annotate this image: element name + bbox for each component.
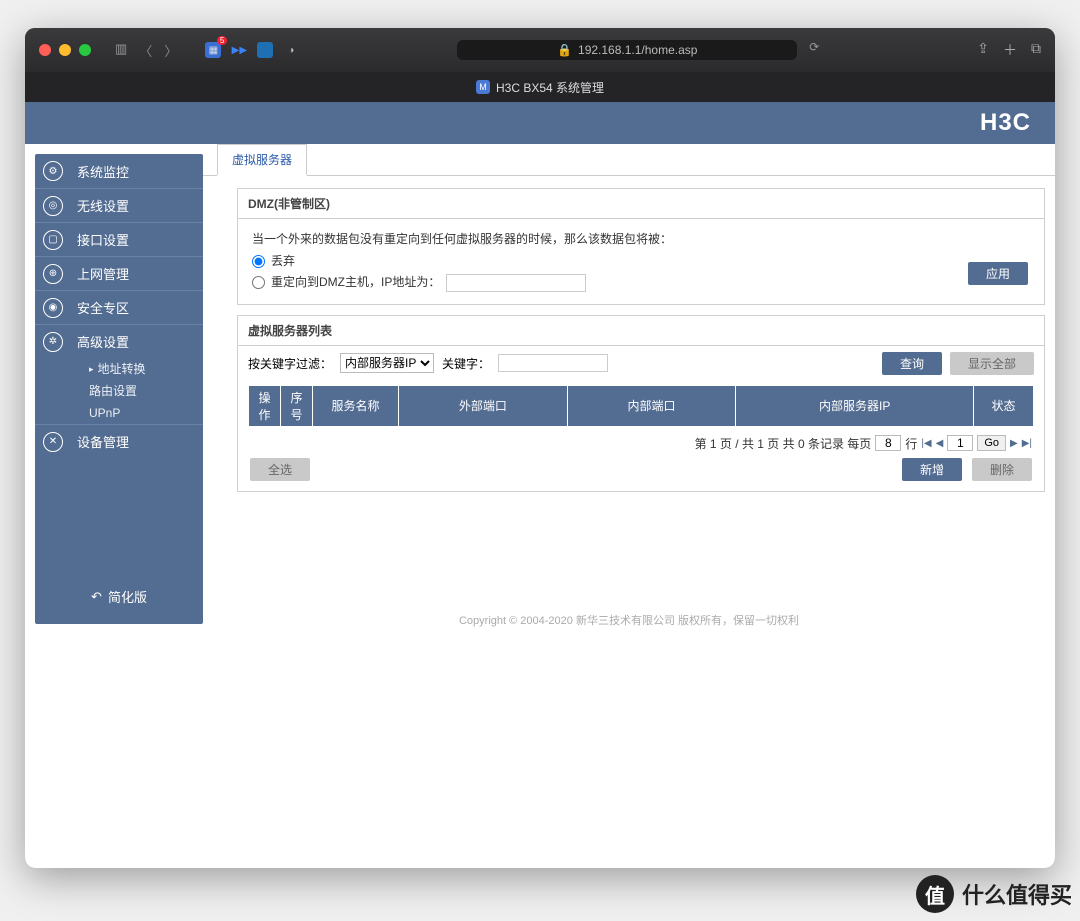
vserver-title: 虚拟服务器列表 — [238, 316, 1044, 346]
favicon-icon: M — [476, 80, 490, 94]
dmz-redirect-label: 重定向到DMZ主机，IP地址为： — [271, 272, 440, 294]
vserver-panel: 虚拟服务器列表 按关键字过滤： 内部服务器IP 关键字： 查询 显示全部 — [237, 315, 1045, 492]
sidebar-sub-routing[interactable]: 路由设置 — [89, 380, 203, 402]
back-icon[interactable]: 〈 — [139, 41, 152, 60]
col-op: 操作 — [249, 385, 281, 426]
sidebar-item-label: 无线设置 — [77, 196, 129, 215]
sidebar-item-advanced[interactable]: ✲ 高级设置 — [35, 324, 203, 358]
dmz-desc: 当一个外来的数据包没有重定向到任何虚拟服务器的时候，那么该数据包将被： — [252, 229, 1030, 251]
filter-label: 按关键字过滤： — [248, 355, 332, 372]
page-size-input[interactable] — [875, 435, 901, 451]
interface-icon: ▢ — [43, 230, 63, 250]
sidebar-item-label: 上网管理 — [77, 264, 129, 283]
content-tabstrip: 虚拟服务器 — [203, 144, 1055, 176]
share-icon[interactable]: ⇪ — [977, 40, 989, 60]
sidebar-item-label: 设备管理 — [77, 432, 129, 451]
reload-icon[interactable]: ⟳ — [809, 40, 819, 60]
monitor-icon: ⚙ — [43, 161, 63, 181]
tabs-overview-icon[interactable]: ⧉ — [1031, 40, 1041, 60]
globe-icon: ⊕ — [43, 264, 63, 284]
sidebar-item-device[interactable]: ✕ 设备管理 — [35, 424, 203, 458]
sidebar-sub-upnp[interactable]: UPnP — [89, 402, 203, 424]
extension-play-icon[interactable]: ▶▶ — [231, 42, 247, 58]
sidebar-item-wireless[interactable]: ◎ 无线设置 — [35, 188, 203, 222]
browser-tab-title: H3C BX54 系统管理 — [496, 79, 604, 96]
go-button[interactable]: Go — [977, 435, 1006, 451]
vserver-table: 操作 序号 服务名称 外部端口 内部端口 内部服务器IP 状态 — [248, 385, 1034, 427]
new-tab-icon[interactable]: ＋ — [1003, 40, 1017, 60]
col-intport: 内部端口 — [567, 385, 736, 426]
col-index: 序号 — [281, 385, 313, 426]
sidebar-sub-nat[interactable]: 地址转换 — [89, 358, 203, 380]
sidebar-item-label: 高级设置 — [77, 332, 129, 351]
pager: 第 1 页 / 共 1 页 共 0 条记录 每页 行 |◀ ◀ Go ▶ ▶| — [238, 433, 1044, 454]
dmz-discard-radio[interactable] — [252, 255, 265, 268]
query-button[interactable]: 查询 — [882, 352, 942, 375]
prev-page-icon[interactable]: ◀ — [936, 438, 944, 449]
dmz-redirect-radio[interactable] — [252, 276, 265, 289]
show-all-button[interactable]: 显示全部 — [950, 352, 1034, 375]
sidebar-subitems: 地址转换 路由设置 UPnP — [35, 358, 203, 424]
page-unit: 行 — [905, 435, 917, 452]
wireless-icon: ◎ — [43, 196, 63, 216]
brand-bar: H3C — [25, 102, 1055, 144]
close-window-icon[interactable] — [39, 44, 51, 56]
sidebar: ⚙ 系统监控 ◎ 无线设置 ▢ 接口设置 ⊕ 上网管理 ◉ 安全专区 ✲ 高级设置 地址转换… — [35, 154, 203, 624]
add-button[interactable]: 新增 — [902, 458, 962, 481]
dmz-discard-label: 丢弃 — [271, 251, 295, 273]
lock-icon: 🔒 — [557, 43, 572, 57]
col-name: 服务名称 — [313, 385, 399, 426]
browser-window: ▥ 〈 〉 ▦ ▶▶ ◑ 🔒 192.168.1.1/home.asp ⟳ ⇪ … — [25, 28, 1055, 868]
sidebar-item-internet[interactable]: ⊕ 上网管理 — [35, 256, 203, 290]
watermark-icon: 值 — [916, 875, 954, 913]
watermark-text: 什么值得买 — [962, 878, 1072, 910]
delete-button[interactable]: 删除 — [972, 458, 1032, 481]
browser-tab[interactable]: M H3C BX54 系统管理 — [25, 72, 1055, 102]
sidebar-toggle-icon[interactable]: ▥ — [115, 41, 127, 60]
footer-copyright: Copyright © 2004-2020 新华三技术有限公司 版权所有，保留一… — [203, 502, 1055, 628]
title-bar: ▥ 〈 〉 ▦ ▶▶ ◑ 🔒 192.168.1.1/home.asp ⟳ ⇪ … — [25, 28, 1055, 72]
apply-button[interactable]: 应用 — [968, 262, 1028, 285]
lock-nav-icon: ◉ — [43, 298, 63, 318]
forward-icon[interactable]: 〉 — [164, 41, 177, 60]
shield-icon[interactable]: ◑ — [283, 42, 299, 58]
sidebar-item-security[interactable]: ◉ 安全专区 — [35, 290, 203, 324]
last-page-icon[interactable]: ▶| — [1022, 438, 1032, 449]
extension-cat-icon[interactable] — [257, 42, 273, 58]
dmz-panel: DMZ(非管制区) 当一个外来的数据包没有重定向到任何虚拟服务器的时候，那么该数… — [237, 188, 1045, 305]
page-num-input[interactable] — [947, 435, 973, 451]
address-url: 192.168.1.1/home.asp — [578, 43, 697, 57]
return-icon: ↶ — [91, 589, 102, 605]
watermark: 值 什么值得买 — [916, 875, 1072, 913]
address-bar[interactable]: 🔒 192.168.1.1/home.asp — [457, 40, 797, 60]
keyword-label: 关键字： — [442, 355, 490, 372]
col-extport: 外部端口 — [399, 385, 568, 426]
simple-mode-button[interactable]: ↶ 简化版 — [35, 587, 203, 606]
select-all-button[interactable]: 全选 — [250, 458, 310, 481]
sidebar-item-label: 接口设置 — [77, 230, 129, 249]
maximize-window-icon[interactable] — [79, 44, 91, 56]
first-page-icon[interactable]: |◀ — [921, 438, 931, 449]
tab-virtual-server[interactable]: 虚拟服务器 — [217, 144, 307, 176]
gear-icon: ✲ — [43, 332, 63, 352]
minimize-window-icon[interactable] — [59, 44, 71, 56]
keyword-input[interactable] — [498, 354, 608, 372]
col-intip: 内部服务器IP — [736, 385, 974, 426]
sidebar-item-interface[interactable]: ▢ 接口设置 — [35, 222, 203, 256]
dmz-title: DMZ(非管制区) — [238, 189, 1044, 219]
tools-icon: ✕ — [43, 432, 63, 452]
sidebar-item-label: 安全专区 — [77, 298, 129, 317]
col-status: 状态 — [974, 385, 1034, 426]
sidebar-item-monitor[interactable]: ⚙ 系统监控 — [35, 154, 203, 188]
sidebar-item-label: 系统监控 — [77, 162, 129, 181]
dmz-ip-input[interactable] — [446, 274, 586, 292]
filter-select[interactable]: 内部服务器IP — [340, 353, 434, 373]
traffic-lights — [39, 44, 91, 56]
page-info: 第 1 页 / 共 1 页 共 0 条记录 每页 — [695, 435, 872, 452]
brand-logo: H3C — [980, 109, 1031, 137]
next-page-icon[interactable]: ▶ — [1010, 438, 1018, 449]
extension-icon[interactable]: ▦ — [205, 42, 221, 58]
